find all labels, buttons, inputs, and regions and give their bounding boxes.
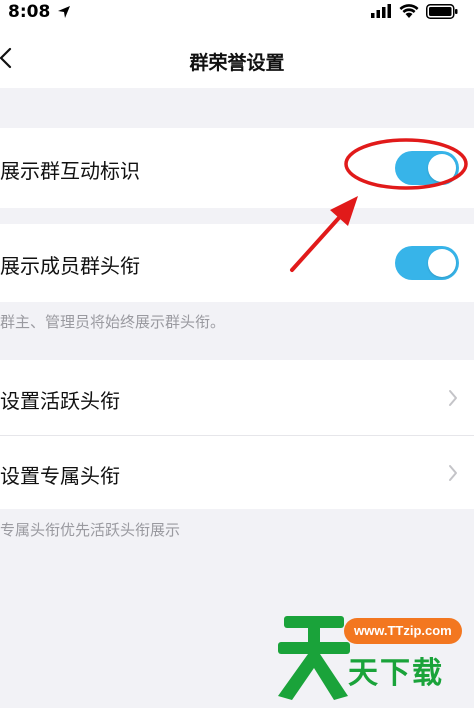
active-title-label: 设置活跃头衔 [0, 389, 120, 413]
row-member-title: 展示成员群头衔 [0, 224, 474, 302]
exclusive-title-label: 设置专属头衔 [0, 464, 120, 488]
nav-bar: 群荣誉设置 [0, 26, 474, 88]
status-time: 8:08 [8, 2, 51, 22]
status-bar: 8:08 [0, 0, 474, 26]
page-title: 群荣誉设置 [189, 52, 285, 74]
watermark-url: www.TTzip.com [344, 618, 462, 644]
toggle-knob [428, 249, 456, 277]
row-active-title[interactable]: 设置活跃头衔 [0, 360, 474, 435]
battery-icon [426, 4, 458, 19]
annotation-arrow-icon [290, 196, 358, 272]
wifi-icon [399, 4, 419, 18]
chevron-right-icon [449, 465, 457, 481]
member-title-label: 展示成员群头衔 [0, 254, 140, 278]
member-title-note: 群主、管理员将始终展示群头衔。 [0, 313, 226, 331]
cellular-signal-icon [371, 4, 391, 18]
member-title-toggle[interactable] [395, 246, 459, 280]
exclusive-title-note: 专属头衔优先活跃头衔展示 [0, 521, 181, 539]
watermark-text: 天下载 [348, 656, 444, 691]
watermark: www.TTzip.com 天下载 [276, 606, 474, 708]
location-arrow-icon [58, 6, 70, 18]
row-exclusive-title[interactable]: 设置专属头衔 [0, 436, 474, 509]
watermark-logo-icon [278, 616, 350, 700]
chevron-right-icon [449, 390, 457, 406]
annotation-ellipse [344, 138, 468, 190]
interactive-badge-label: 展示群互动标识 [0, 159, 140, 183]
